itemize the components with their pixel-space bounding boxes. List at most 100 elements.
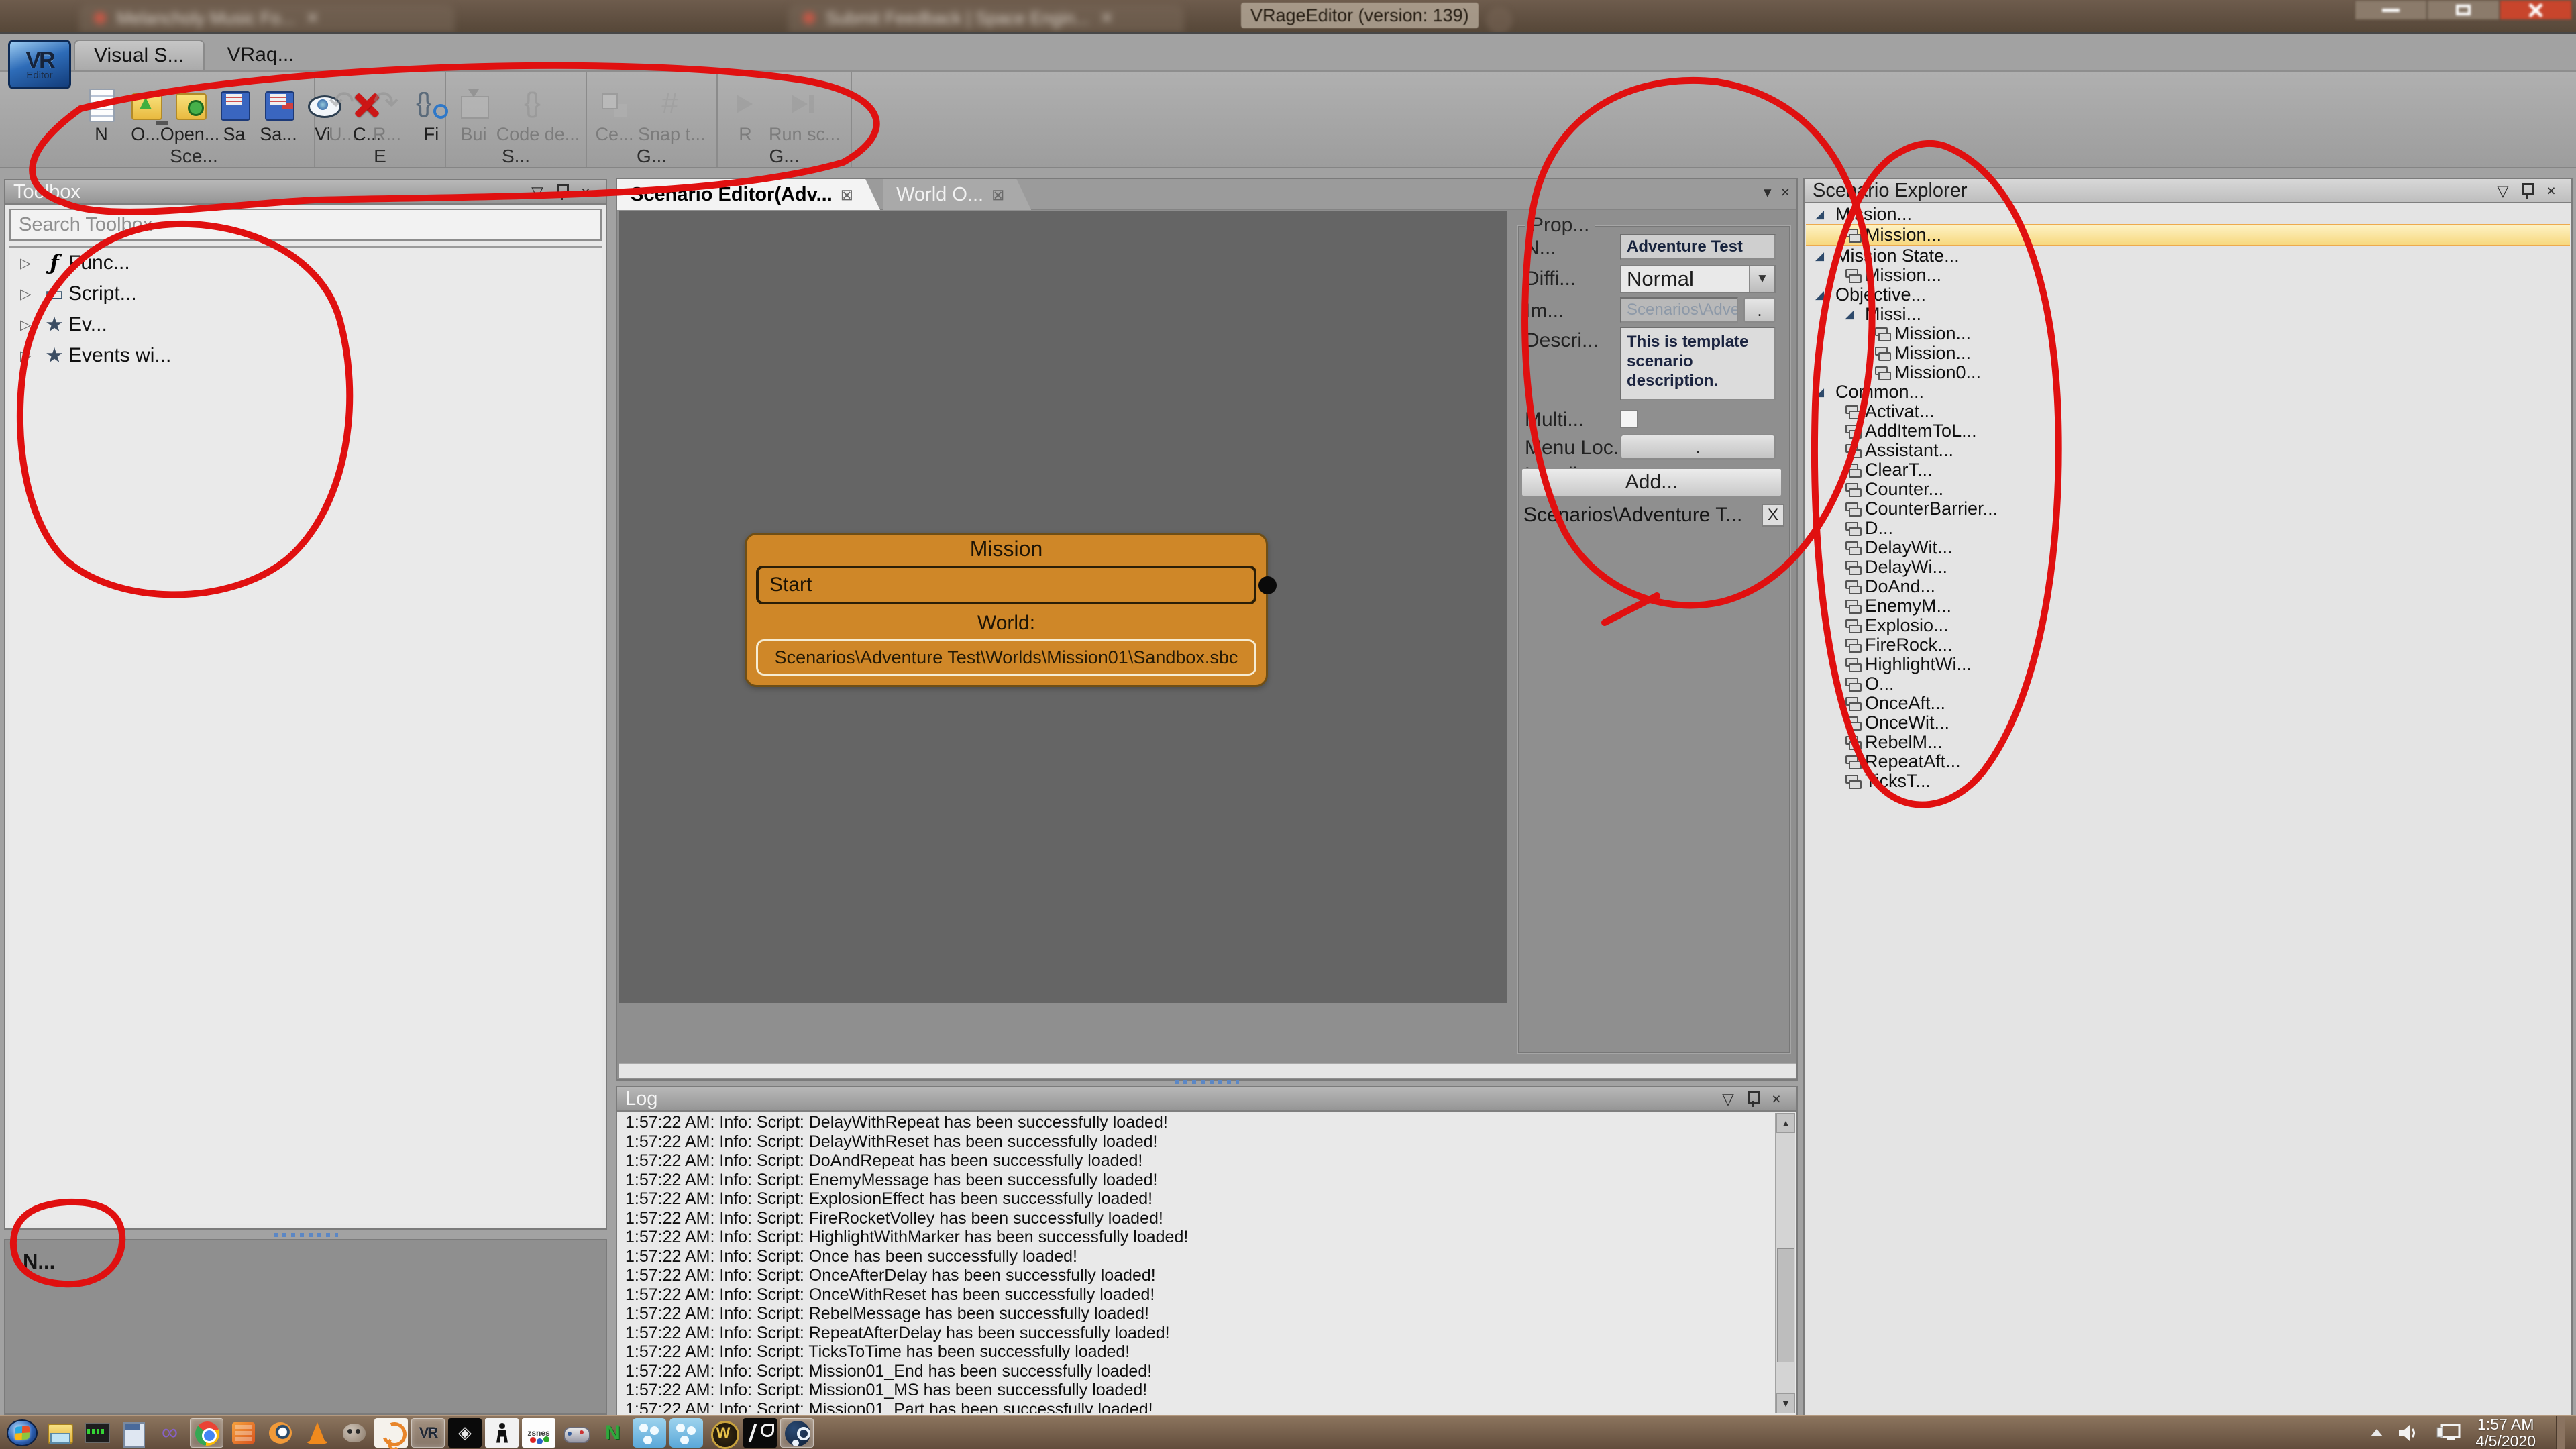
space-engineers-icon[interactable]: ◈ [448, 1418, 482, 1448]
tree-item[interactable]: ◢ Counter... [1806, 480, 2570, 499]
dark-art-app-icon[interactable] [743, 1418, 777, 1448]
horizontal-splitter[interactable] [4, 1231, 607, 1239]
tree-item[interactable]: ◢ TicksT... [1806, 771, 2570, 791]
show-desktop-button[interactable] [2556, 1416, 2565, 1449]
tree-item[interactable]: ◢ FireRock... [1806, 635, 2570, 655]
toolbox-item[interactable]: ▷ ★ Events wi... [9, 340, 602, 371]
tree-item[interactable]: ◢ Mission State... [1806, 246, 2570, 266]
tab-world-outliner[interactable]: World O... ⊠ [883, 179, 1031, 210]
panel-menu-icon[interactable]: ▽ [2491, 180, 2515, 201]
tree-item[interactable]: ◢ D... [1806, 519, 2570, 538]
ribbon-button[interactable]: N [80, 87, 122, 145]
toolbox-search-input[interactable]: Search Toolbox [9, 209, 602, 241]
ribbon-button[interactable]: Ce... [594, 87, 635, 145]
world-list-item[interactable]: Scenarios\Adventure T... X [1523, 504, 1784, 527]
log-vertical-scrollbar[interactable]: ▲ ▼ [1775, 1113, 1795, 1413]
expander-icon[interactable]: ◢ [1815, 250, 1835, 263]
tab-list-icon[interactable]: ▾ [1764, 183, 1772, 201]
add-button[interactable]: Add... [1521, 468, 1782, 497]
ribbon-button[interactable]: Sa... [258, 87, 299, 145]
mission-world-path[interactable]: Scenarios\Adventure Test\Worlds\Mission0… [756, 639, 1256, 676]
panel-close-icon[interactable]: × [1764, 1089, 1788, 1109]
gimp-icon[interactable] [337, 1418, 371, 1448]
image-browse-button[interactable]: . [1743, 297, 1776, 323]
vlc-icon[interactable] [301, 1418, 334, 1448]
vrage-editor-icon[interactable]: VR [411, 1418, 445, 1448]
tree-item[interactable]: ◢ OnceWit... [1806, 713, 2570, 733]
ribbon-button[interactable]: Code de... [497, 87, 579, 145]
difficulty-select[interactable]: Normal ▼ [1620, 265, 1776, 293]
ribbon-button[interactable]: R [724, 87, 766, 145]
panel-close-icon[interactable]: × [574, 182, 598, 202]
blue-app-icon-2[interactable] [669, 1418, 703, 1448]
tree-item[interactable]: ◢ Mission... [1806, 266, 2570, 285]
speaker-icon[interactable] [2398, 1423, 2420, 1443]
scroll-down-icon[interactable]: ▼ [1776, 1393, 1795, 1413]
expander-icon[interactable]: ◢ [1815, 386, 1835, 399]
tree-item[interactable]: ◢ Mission... [1806, 324, 2570, 343]
panel-close-icon[interactable]: × [2539, 180, 2563, 201]
ribbon-button[interactable]: Open... [169, 87, 211, 145]
output-connector[interactable] [1258, 576, 1277, 594]
project64-icon[interactable]: N [596, 1418, 629, 1448]
tree-item[interactable]: ◢ Mission... [1806, 205, 2570, 224]
tab-scenario-editor[interactable]: Scenario Editor(Adv... ⊠ [617, 179, 880, 210]
scroll-up-icon[interactable]: ▲ [1776, 1113, 1795, 1133]
collapsed-expander-icon[interactable]: ▷ [20, 317, 40, 333]
close-button[interactable] [2500, 0, 2572, 20]
tree-item[interactable]: ◢ Missi... [1806, 305, 2570, 324]
tree-item[interactable]: ◢ RebelM... [1806, 733, 2570, 752]
file-explorer-icon[interactable] [42, 1418, 76, 1448]
wow-icon[interactable]: W [706, 1418, 740, 1448]
ribbon-button[interactable]: Bui [453, 87, 494, 145]
browser-tab-close-icon[interactable]: ✕ [306, 9, 319, 28]
tree-item[interactable]: ◢ DoAnd... [1806, 577, 2570, 596]
chevron-down-icon[interactable]: ▼ [1749, 266, 1774, 292]
blue-app-icon-1[interactable] [633, 1418, 666, 1448]
scrollbar-thumb[interactable] [1777, 1248, 1794, 1362]
ribbon-button[interactable]: Snap t... [638, 87, 706, 145]
ribbon-tab[interactable]: Visual S... [74, 40, 205, 70]
name-field[interactable]: Adventure Test [1620, 234, 1776, 260]
person-app-icon[interactable] [485, 1418, 519, 1448]
tree-item[interactable]: ◢ Explosio... [1806, 616, 2570, 635]
browser-tab-close-icon[interactable]: ✕ [1100, 9, 1114, 28]
horizontal-splitter[interactable] [616, 1078, 1798, 1086]
toolbox-item[interactable]: ▷ ▭ Script... [9, 278, 602, 309]
vrage-logo[interactable]: VR Editor [8, 40, 71, 89]
browser-tab-1[interactable]: Melancholy Music Fo... ✕ [79, 4, 455, 32]
resource-monitor-icon[interactable] [79, 1418, 113, 1448]
collapsed-expander-icon[interactable]: ▷ [20, 286, 40, 303]
tree-item[interactable]: ◢ Common... [1806, 382, 2570, 402]
panel-pin-icon[interactable] [549, 182, 574, 202]
multiplayer-checkbox[interactable] [1620, 410, 1638, 428]
mission-node[interactable]: Mission Start World: Scenarios\Adventure… [745, 533, 1268, 687]
tree-item[interactable]: ◢ Mission... [1806, 343, 2570, 363]
blender-icon[interactable] [264, 1418, 297, 1448]
toolbox-item[interactable]: ▷ ƒ Func... [9, 248, 602, 278]
gamepad-emulator-icon[interactable] [559, 1418, 592, 1448]
tree-item[interactable]: ◢ CounterBarrier... [1806, 499, 2570, 519]
remove-world-button[interactable]: X [1762, 504, 1784, 527]
scenario-graph-canvas[interactable]: Mission Start World: Scenarios\Adventure… [619, 211, 1507, 1003]
tree-item[interactable]: ◢ DelayWit... [1806, 538, 2570, 557]
tree-item[interactable]: ◢ Mission0... [1806, 363, 2570, 382]
ribbon-button[interactable]: Sa [213, 87, 255, 145]
start-button[interactable] [5, 1418, 39, 1448]
clock[interactable]: 1:57 AM 4/5/2020 [2475, 1416, 2536, 1449]
panel-menu-icon[interactable]: ▽ [1716, 1089, 1740, 1109]
tab-close-icon[interactable]: ⊠ [991, 186, 1004, 204]
tree-item[interactable]: ◢ Assistant... [1806, 441, 2570, 460]
tree-item[interactable]: ◢ HighlightWi... [1806, 655, 2570, 674]
movie-maker-icon[interactable] [227, 1418, 260, 1448]
panel-menu-icon[interactable]: ▽ [525, 182, 549, 202]
network-icon[interactable] [2435, 1422, 2461, 1444]
steam-icon[interactable] [780, 1418, 814, 1448]
tree-item[interactable]: ◢ O... [1806, 674, 2570, 694]
toolbox-item[interactable]: ▷ ★ Ev... [9, 309, 602, 340]
panel-pin-icon[interactable] [2515, 180, 2539, 201]
maximize-button[interactable] [2427, 0, 2500, 20]
ribbon-button[interactable]: R... [366, 87, 408, 145]
collapsed-bottom-left-panel[interactable]: N... [4, 1239, 607, 1415]
tree-item[interactable]: ◢ Objective... [1806, 285, 2570, 305]
